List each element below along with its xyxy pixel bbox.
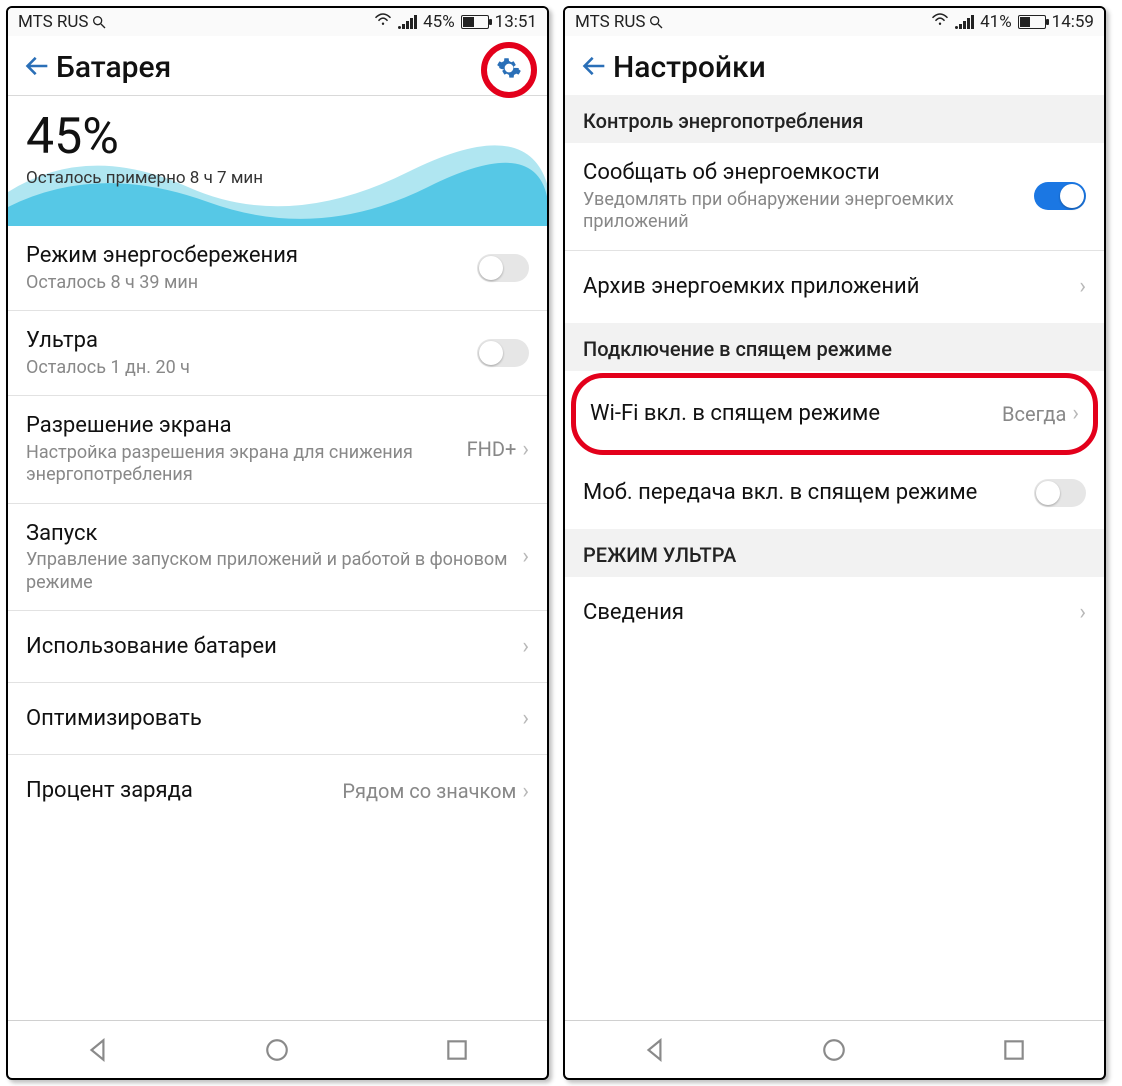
settings-list: Сообщать об энергоемкости Уведомлять при… (565, 143, 1104, 1020)
nav-recent-button[interactable] (1001, 1037, 1027, 1063)
signal-icon (398, 15, 417, 29)
back-button[interactable] (20, 52, 56, 84)
wifi-icon (931, 12, 949, 32)
row-subtitle: Управление запуском приложений и работой… (26, 549, 522, 594)
nav-back-button[interactable] (85, 1037, 111, 1063)
row-subtitle: Осталось 1 дн. 20 ч (26, 357, 477, 380)
row-percent-display[interactable]: Процент заряда Рядом со значком › (8, 755, 547, 827)
phone-right: MTS RUS 41% 14:59 Настройки Контроль эне… (563, 6, 1106, 1080)
clock-text: 13:51 (495, 12, 537, 32)
row-value: Рядом со значком (342, 779, 516, 803)
toggle-ultra[interactable] (477, 339, 529, 367)
row-title: Сообщать об энергоемкости (583, 159, 1034, 187)
row-title: Wi-Fi вкл. в спящем режиме (590, 400, 1002, 428)
carrier-label: MTS RUS (18, 12, 89, 32)
row-title: Режим энергосбережения (26, 242, 477, 270)
settings-list: Режим энергосбережения Осталось 8 ч 39 м… (8, 226, 547, 1020)
section-ultra-mode: РЕЖИМ УЛЬТРА (565, 529, 1104, 577)
row-battery-usage[interactable]: Использование батареи › (8, 611, 547, 683)
nav-recent-button[interactable] (444, 1037, 470, 1063)
signal-icon (955, 15, 974, 29)
row-resolution[interactable]: Разрешение экрана Настройка разрешения э… (8, 396, 547, 504)
row-mobile-sleep[interactable]: Моб. передача вкл. в спящем режиме (565, 457, 1104, 529)
row-subtitle: Настройка разрешения экрана для снижения… (26, 442, 467, 487)
nav-home-button[interactable] (821, 1037, 847, 1063)
row-title: Оптимизировать (26, 705, 522, 733)
row-ultra[interactable]: Ультра Осталось 1 дн. 20 ч (8, 311, 547, 396)
chevron-right-icon: › (522, 706, 529, 731)
chevron-right-icon: › (522, 544, 529, 569)
row-wifi-sleep[interactable]: Wi-Fi вкл. в спящем режиме Всегда › (576, 378, 1093, 450)
nav-back-button[interactable] (642, 1037, 668, 1063)
row-title: Ультра (26, 327, 477, 355)
phone-left: MTS RUS 45% 13:51 Батарея 45% (6, 6, 549, 1080)
row-launch[interactable]: Запуск Управление запуском приложений и … (8, 504, 547, 612)
carrier-label: MTS RUS (575, 12, 646, 32)
battery-icon (461, 15, 489, 29)
chevron-right-icon: › (522, 634, 529, 659)
section-power-control: Контроль энергопотребления (565, 95, 1104, 143)
section-sleep-connection: Подключение в спящем режиме (565, 323, 1104, 371)
row-subtitle: Уведомлять при обнаружении энергоемких п… (583, 189, 1034, 234)
clock-text: 14:59 (1052, 12, 1094, 32)
toggle-mobile-sleep[interactable] (1034, 479, 1086, 507)
page-title: Настройки (613, 50, 766, 85)
status-bar: MTS RUS 41% 14:59 (565, 8, 1104, 36)
back-button[interactable] (577, 52, 613, 84)
nav-home-button[interactable] (264, 1037, 290, 1063)
app-header: Настройки (565, 36, 1104, 95)
row-title: Сведения (583, 599, 1079, 627)
status-bar: MTS RUS 45% 13:51 (8, 8, 547, 36)
chevron-right-icon: › (1072, 401, 1079, 426)
app-header: Батарея (8, 36, 547, 95)
chevron-right-icon: › (1079, 600, 1086, 625)
battery-pct-text: 45% (423, 12, 455, 32)
page-title: Батарея (56, 50, 171, 85)
nav-bar (8, 1020, 547, 1078)
row-title: Использование батареи (26, 633, 522, 661)
search-icon (648, 14, 664, 30)
battery-remaining-text: Осталось примерно 8 ч 7 мин (26, 168, 529, 188)
chevron-right-icon: › (522, 779, 529, 804)
battery-icon (1018, 15, 1046, 29)
battery-hero: 45% Осталось примерно 8 ч 7 мин (8, 96, 547, 226)
highlight-wifi-sleep: Wi-Fi вкл. в спящем режиме Всегда › (571, 373, 1098, 455)
gear-icon[interactable] (496, 55, 522, 85)
row-title: Архив энергоемких приложений (583, 273, 1079, 301)
row-notify-consumption[interactable]: Сообщать об энергоемкости Уведомлять при… (565, 143, 1104, 251)
row-optimize[interactable]: Оптимизировать › (8, 683, 547, 755)
chevron-right-icon: › (522, 437, 529, 462)
row-value: FHD+ (467, 437, 517, 461)
battery-pct-text: 41% (980, 12, 1012, 32)
row-title: Разрешение экрана (26, 412, 467, 440)
row-archive[interactable]: Архив энергоемких приложений › (565, 251, 1104, 323)
wifi-icon (374, 12, 392, 32)
row-title: Процент заряда (26, 777, 342, 805)
row-value: Всегда (1002, 402, 1066, 426)
toggle-power-saving[interactable] (477, 254, 529, 282)
row-power-saving[interactable]: Режим энергосбережения Осталось 8 ч 39 м… (8, 226, 547, 311)
row-title: Моб. передача вкл. в спящем режиме (583, 479, 1034, 507)
row-subtitle: Осталось 8 ч 39 мин (26, 272, 477, 295)
row-info[interactable]: Сведения › (565, 577, 1104, 649)
row-title: Запуск (26, 520, 522, 548)
highlight-circle-gear (481, 42, 537, 98)
search-icon (91, 14, 107, 30)
toggle-notify[interactable] (1034, 182, 1086, 210)
nav-bar (565, 1020, 1104, 1078)
chevron-right-icon: › (1079, 274, 1086, 299)
